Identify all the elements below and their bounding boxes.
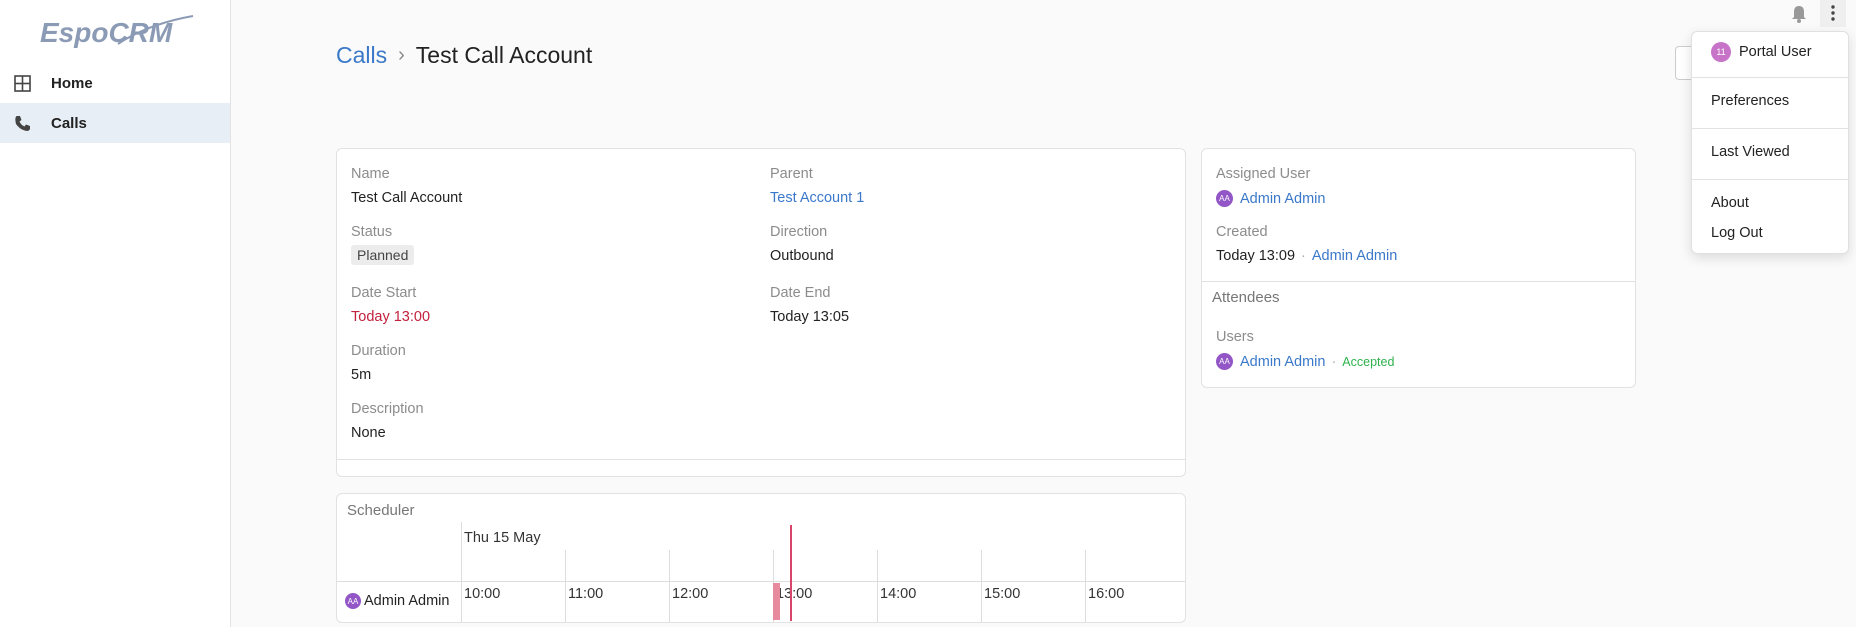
bell-icon[interactable] — [1790, 4, 1808, 24]
grid-line — [461, 522, 462, 622]
field-name: Name Test Call Account — [351, 166, 462, 206]
field-value: Outbound — [770, 248, 834, 264]
field-direction: Direction Outbound — [770, 224, 834, 264]
assigned-user-link[interactable]: Admin Admin — [1240, 191, 1325, 207]
status-badge: Planned — [351, 245, 415, 265]
hour-label: 11:00 — [568, 586, 604, 602]
field-label: Description — [351, 401, 424, 417]
hour-label: 12:00 — [672, 586, 709, 602]
scheduler-title: Scheduler — [347, 502, 415, 519]
parent-link[interactable]: Test Account 1 — [770, 190, 864, 206]
created-time: Today 13:09 — [1216, 248, 1296, 264]
event-marker — [790, 525, 792, 621]
field-value: Today 13:00 — [351, 309, 431, 325]
sidebar-item-label: Calls — [51, 114, 87, 132]
menu-item-preferences[interactable]: Preferences — [1711, 93, 1789, 109]
grid-line — [337, 581, 1185, 582]
page-title: Test Call Account — [415, 42, 593, 68]
sidebar-item-calls[interactable]: Calls — [0, 103, 230, 143]
avatar: 11 — [1711, 42, 1731, 62]
field-label: Assigned User — [1216, 166, 1311, 182]
field-date-end: Date End Today 13:05 — [770, 285, 849, 325]
grid-icon — [14, 75, 31, 92]
field-label: Parent — [770, 166, 813, 182]
field-created: Created Today 13:09 · Admin Admin — [1216, 224, 1397, 264]
field-assigned-user: Assigned User AA Admin Admin — [1216, 166, 1325, 207]
field-status: Status Planned — [351, 224, 415, 265]
menu-divider — [1692, 128, 1848, 129]
menu-item-label: Portal User — [1739, 44, 1812, 60]
kebab-icon — [1831, 5, 1835, 21]
field-label: Name — [351, 166, 390, 182]
grid-line — [1085, 550, 1086, 622]
grid-line — [981, 550, 982, 622]
menu-button[interactable] — [1820, 0, 1846, 27]
menu-item-portal-user[interactable]: 11 Portal User — [1711, 42, 1812, 62]
attendees-title: Attendees — [1212, 289, 1280, 306]
chevron-right-icon: › — [398, 44, 405, 66]
created-by-link[interactable]: Admin Admin — [1312, 248, 1397, 264]
attendee-status: Accepted — [1342, 354, 1395, 369]
separator-dot: · — [1331, 353, 1337, 370]
scheduler-user-row: AA Admin Admin — [345, 593, 449, 609]
panel-divider — [337, 459, 1185, 460]
field-value: 5m — [351, 367, 372, 383]
hour-label: 14:00 — [880, 586, 917, 602]
detail-panel: Name Test Call Account Parent Test Accou… — [336, 148, 1186, 477]
field-label: Status — [351, 224, 393, 240]
avatar: AA — [1216, 190, 1233, 207]
grid-line — [565, 550, 566, 622]
hour-label: 10:00 — [464, 586, 501, 602]
breadcrumb-calls-link[interactable]: Calls — [336, 42, 387, 69]
sidebar: EspoCRM Home Calls — [0, 0, 231, 627]
menu-item-last-viewed[interactable]: Last Viewed — [1711, 144, 1790, 160]
attendee-link[interactable]: Admin Admin — [1240, 354, 1325, 370]
field-label: Users — [1216, 329, 1254, 345]
field-users: Users AA Admin Admin · Accepted — [1216, 329, 1394, 370]
hour-label: 13:00 — [776, 586, 813, 602]
field-description: Description None — [351, 401, 424, 441]
field-value: Today 13:05 — [770, 309, 850, 325]
sidebar-item-label: Home — [51, 74, 93, 92]
menu-divider — [1692, 179, 1848, 180]
field-value: Test Call Account — [351, 190, 463, 206]
menu-item-about[interactable]: About — [1711, 195, 1749, 211]
field-duration: Duration 5m — [351, 343, 406, 383]
field-value: None — [351, 425, 386, 441]
avatar: AA — [345, 593, 361, 609]
scheduler-grid[interactable]: 10:00 11:00 12:00 13:00 14:00 15:00 16:0… — [461, 522, 1185, 622]
user-menu-dropdown: 11 Portal User Preferences Last Viewed A… — [1691, 31, 1849, 254]
field-label: Duration — [351, 343, 406, 359]
field-label: Direction — [770, 224, 828, 240]
grid-line — [877, 550, 878, 622]
field-label: Date Start — [351, 285, 417, 301]
field-parent: Parent Test Account 1 — [770, 166, 864, 206]
hour-label: 16:00 — [1088, 586, 1125, 602]
scheduler-user-name: Admin Admin — [364, 593, 450, 609]
side-panel: Assigned User AA Admin Admin Created Tod… — [1201, 148, 1636, 388]
separator-dot: · — [1301, 248, 1306, 264]
scheduler-panel: Scheduler Thu 15 May 10:00 11:00 12:00 1… — [336, 493, 1186, 623]
field-date-start: Date Start Today 13:00 — [351, 285, 430, 325]
breadcrumb: Calls › Test Call Account — [336, 42, 592, 69]
field-label: Created — [1216, 224, 1268, 240]
grid-line — [669, 550, 670, 622]
avatar: AA — [1216, 353, 1233, 370]
hour-label: 15:00 — [984, 586, 1021, 602]
sidebar-item-home[interactable]: Home — [0, 63, 230, 103]
busy-block — [773, 583, 780, 620]
field-label: Date End — [770, 285, 831, 301]
svg-text:EspoCRM: EspoCRM — [40, 17, 173, 48]
espocrm-logo[interactable]: EspoCRM — [38, 12, 198, 52]
menu-item-logout[interactable]: Log Out — [1711, 225, 1763, 241]
menu-divider — [1692, 77, 1848, 78]
phone-icon — [15, 116, 30, 131]
panel-divider — [1202, 281, 1635, 282]
